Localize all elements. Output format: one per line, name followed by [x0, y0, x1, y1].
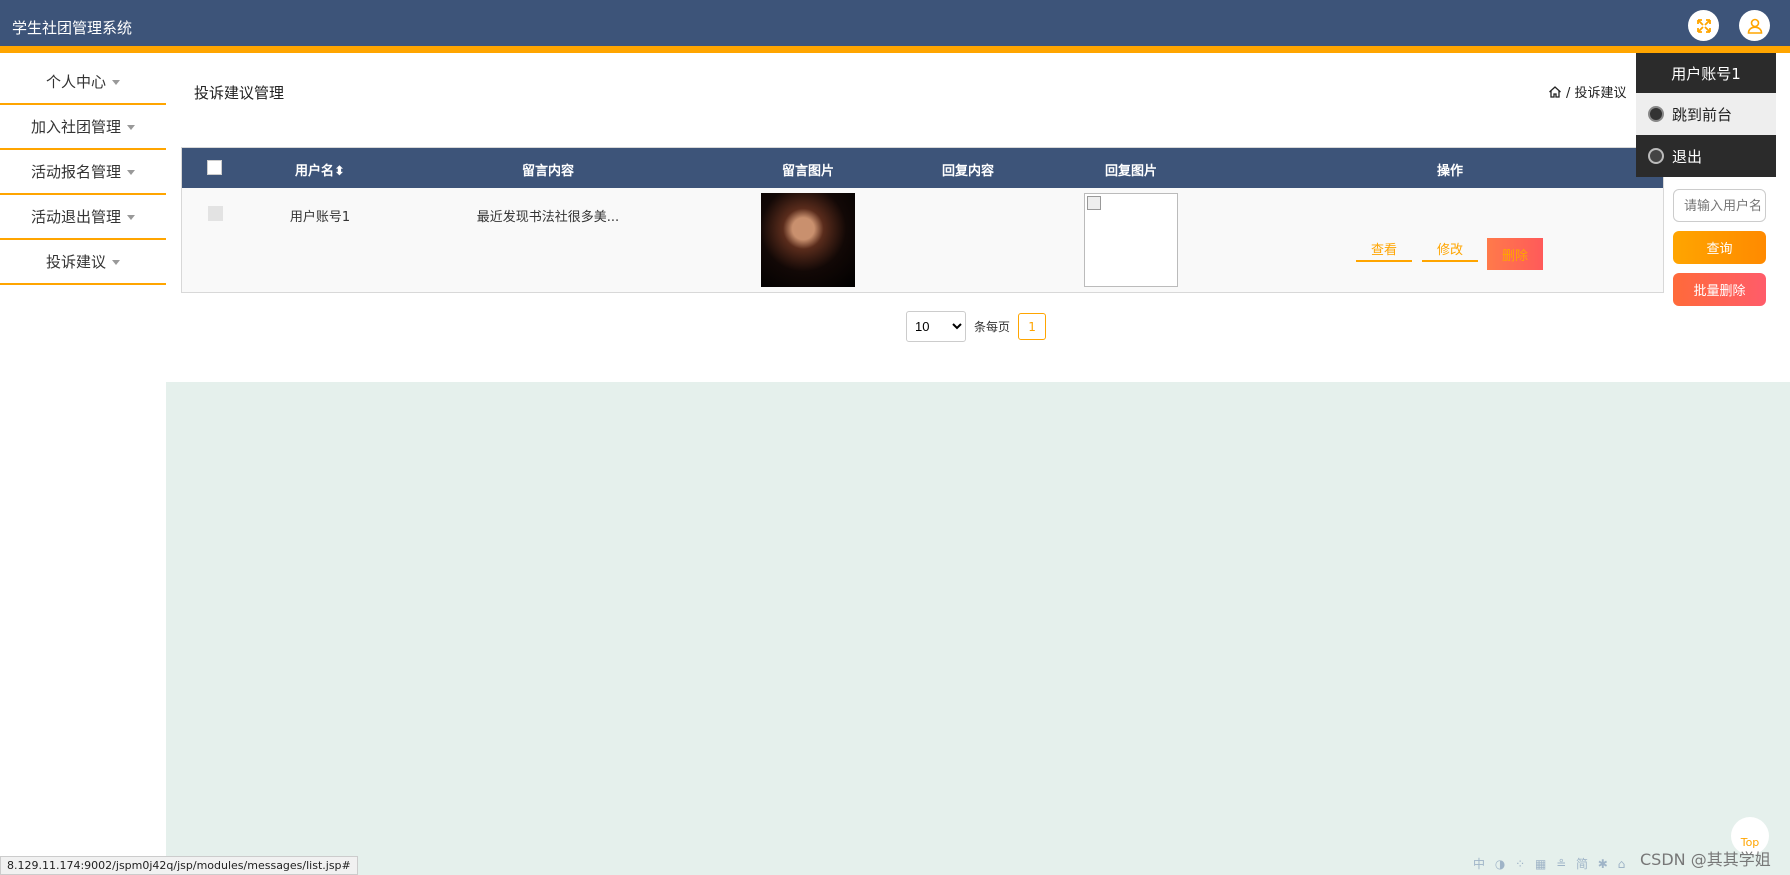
- sidebar-item-label: 活动报名管理: [30, 163, 121, 181]
- sidebar-item-activity-signup[interactable]: 活动报名管理: [0, 150, 166, 195]
- message-image[interactable]: [761, 193, 855, 287]
- edit-button[interactable]: 修改: [1422, 236, 1478, 262]
- view-button[interactable]: 查看: [1356, 236, 1412, 262]
- menu-item-go-frontend[interactable]: 跳到前台: [1636, 93, 1776, 135]
- top-navbar: 学生社团管理系统: [0, 0, 1790, 53]
- complaints-table: 用户名⬍ 留言内容 留言图片 回复内容 回复图片 操作 用户账号1 最近发现书法…: [181, 147, 1664, 293]
- user-icon: [1747, 18, 1762, 34]
- system-tray-icons: 中 ◑ ⁘ ▦ ≗ 简 ✱ ⌂: [1473, 857, 1629, 871]
- delete-button[interactable]: 删除: [1487, 238, 1543, 270]
- page-size-select[interactable]: 10: [906, 311, 966, 342]
- caret-down-icon: [112, 80, 120, 85]
- menu-item-label: 退出: [1672, 147, 1703, 166]
- batch-delete-button[interactable]: 批量删除: [1673, 273, 1766, 306]
- watermark: CSDN @其其学姐: [1640, 850, 1771, 869]
- content-background: [166, 382, 1790, 875]
- fullscreen-button[interactable]: [1688, 10, 1719, 41]
- user-menu-button[interactable]: [1739, 10, 1770, 41]
- sidebar-item-complaints[interactable]: 投诉建议: [0, 240, 166, 285]
- column-header-username[interactable]: 用户名⬍: [295, 160, 345, 179]
- column-header-reply-image: 回复图片: [1104, 164, 1158, 179]
- reply-image-broken: [1084, 193, 1178, 287]
- fullscreen-icon: [1696, 18, 1711, 33]
- page-title: 投诉建议管理: [194, 84, 285, 102]
- query-button[interactable]: 查询: [1673, 231, 1766, 264]
- sidebar-item-join-club[interactable]: 加入社团管理: [0, 105, 166, 150]
- dropdown-account-name: 用户账号1: [1636, 53, 1776, 93]
- app-title: 学生社团管理系统: [12, 19, 133, 37]
- breadcrumb-label[interactable]: / 投诉建议: [1566, 82, 1627, 101]
- row-checkbox[interactable]: [208, 206, 223, 221]
- sidebar-item-personal-center[interactable]: 个人中心: [0, 60, 166, 105]
- table-header: 用户名⬍ 留言内容 留言图片 回复内容 回复图片 操作: [182, 148, 1663, 188]
- user-dropdown-menu: 用户账号1 跳到前台 退出: [1636, 53, 1776, 177]
- column-header-content: 留言内容: [521, 164, 575, 179]
- sidebar: 个人中心 加入社团管理 活动报名管理 活动退出管理 投诉建议: [0, 60, 166, 285]
- broken-image-icon: [1087, 196, 1101, 210]
- pagination: 10 条每页 1: [906, 311, 1047, 342]
- column-header-image: 留言图片: [781, 164, 835, 179]
- sidebar-item-label: 活动退出管理: [30, 208, 121, 226]
- power-icon: [1648, 106, 1664, 122]
- menu-item-label: 跳到前台: [1672, 105, 1733, 124]
- cell-username: 用户账号1: [289, 210, 351, 225]
- page-number-1[interactable]: 1: [1018, 313, 1047, 340]
- search-input[interactable]: [1673, 189, 1766, 222]
- caret-down-icon: [127, 125, 135, 130]
- select-all-checkbox[interactable]: [207, 160, 222, 175]
- caret-down-icon: [127, 215, 135, 220]
- sort-icon: ⬍: [334, 164, 345, 179]
- cell-content: 最近发现书法社很多美...: [476, 210, 620, 225]
- menu-item-logout[interactable]: 退出: [1636, 135, 1776, 177]
- sidebar-item-label: 个人中心: [45, 73, 106, 91]
- breadcrumb: / 投诉建议: [1548, 82, 1627, 101]
- column-header-reply: 回复内容: [941, 164, 995, 179]
- caret-down-icon: [112, 260, 120, 265]
- home-icon[interactable]: [1548, 85, 1562, 99]
- caret-down-icon: [127, 170, 135, 175]
- sidebar-item-label: 加入社团管理: [30, 118, 121, 136]
- per-page-label: 条每页: [974, 320, 1011, 334]
- power-icon: [1648, 148, 1664, 164]
- sidebar-item-label: 投诉建议: [45, 253, 106, 271]
- sidebar-item-activity-quit[interactable]: 活动退出管理: [0, 195, 166, 240]
- column-header-actions: 操作: [1436, 164, 1464, 179]
- status-bar-url: 8.129.11.174:9002/jspm0j42q/jsp/modules/…: [0, 856, 358, 875]
- table-row: 用户账号1 最近发现书法社很多美... 查看 修改 删除: [182, 188, 1663, 293]
